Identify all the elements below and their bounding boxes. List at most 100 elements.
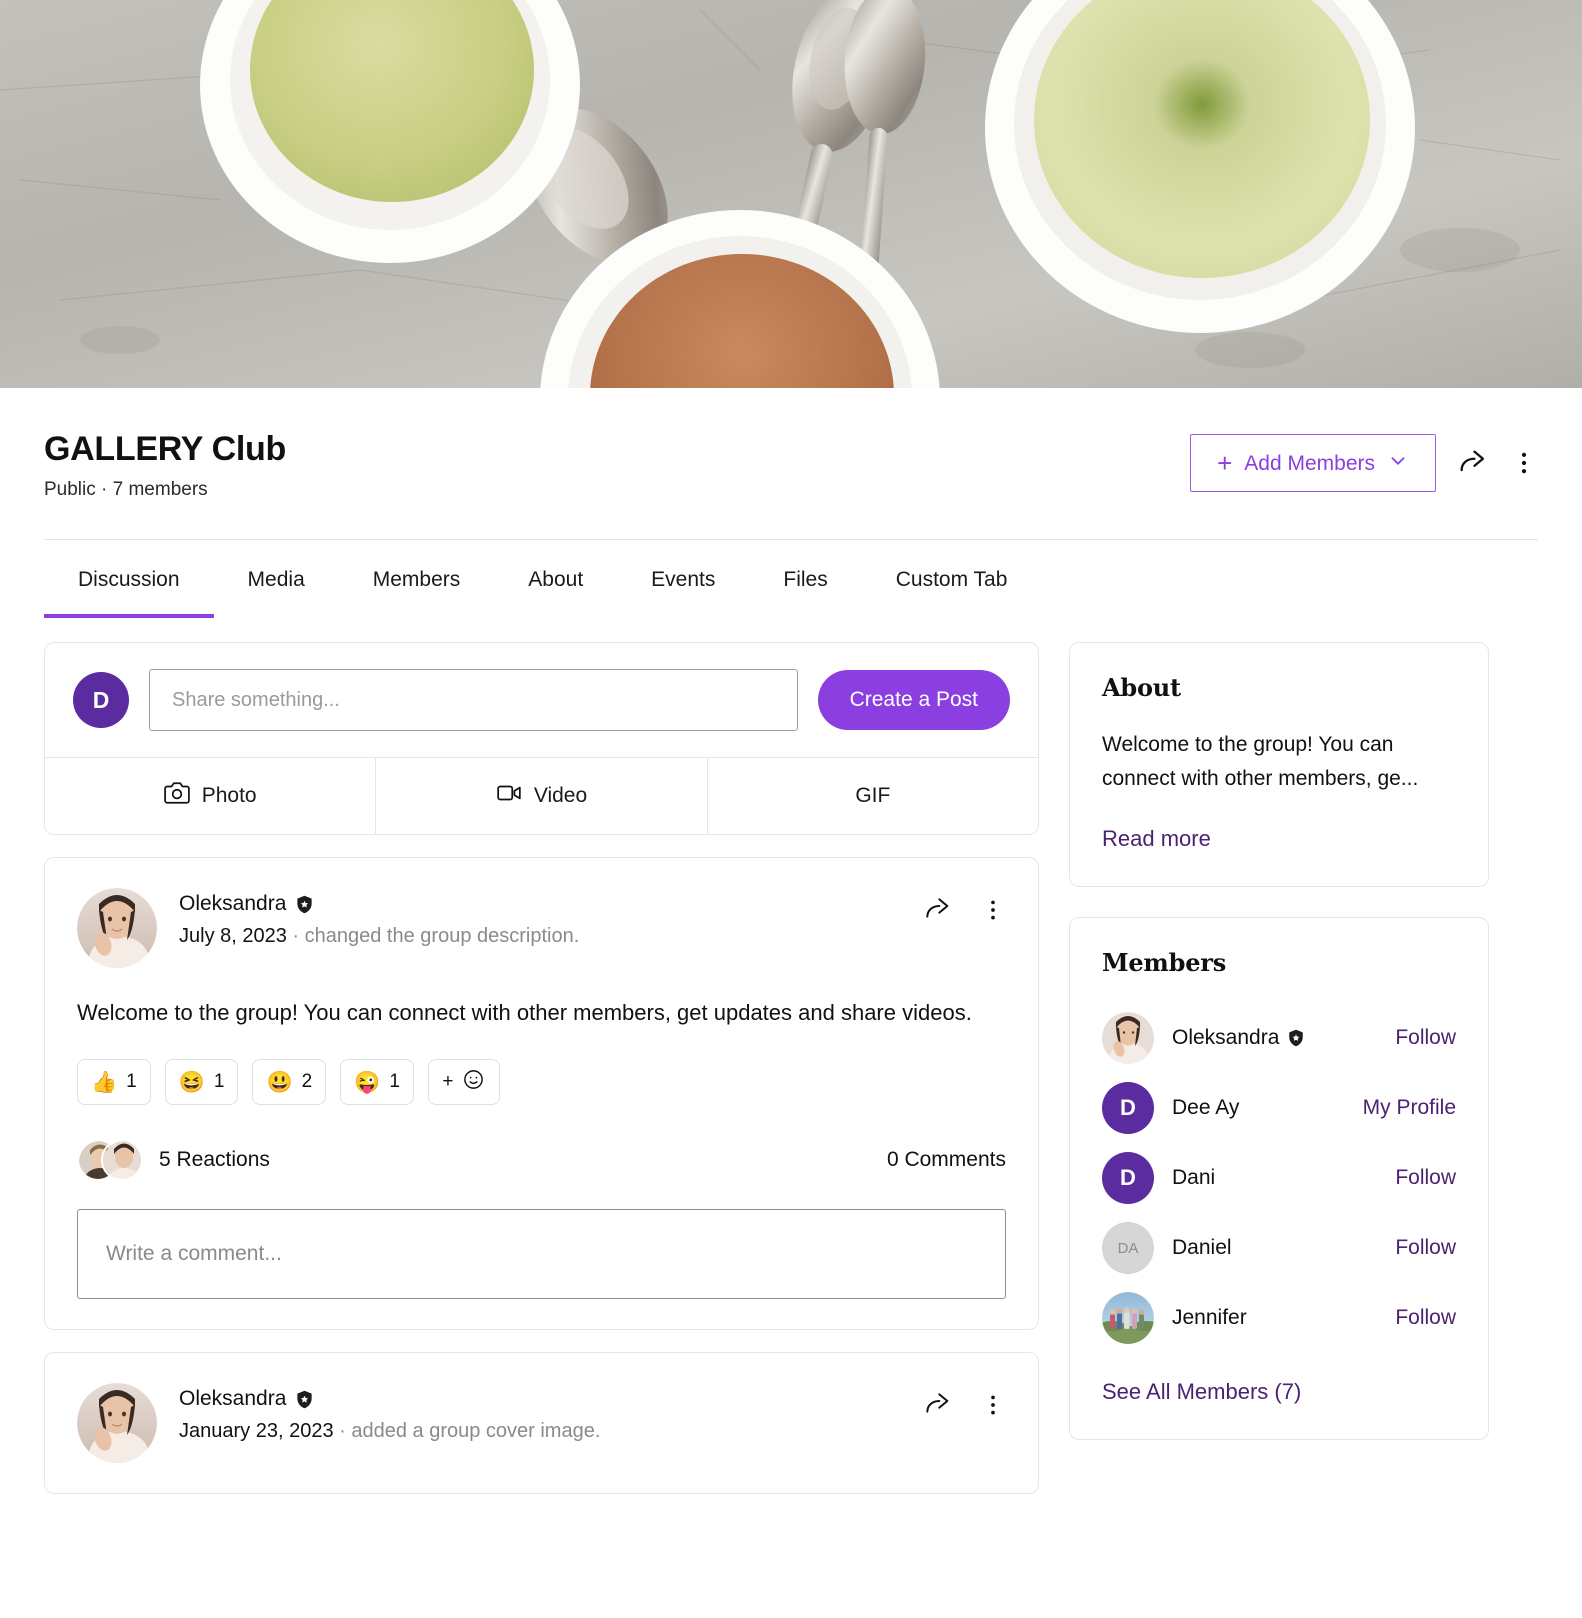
follow-button[interactable]: Follow xyxy=(1395,1026,1456,1050)
more-options-icon[interactable] xyxy=(1510,449,1538,477)
tab-about[interactable]: About xyxy=(494,540,617,618)
add-video-button[interactable]: Video xyxy=(375,758,706,834)
post-author-name[interactable]: Oleksandra xyxy=(179,1387,286,1411)
post-action-text: · changed the group description. xyxy=(292,925,580,947)
avatar[interactable]: DA xyxy=(1102,1222,1154,1275)
avatar[interactable]: D xyxy=(1102,1082,1154,1135)
add-reaction-button[interactable]: + xyxy=(427,1059,500,1105)
add-gif-button[interactable]: GIF xyxy=(706,758,1038,834)
post-header-actions xyxy=(922,1383,1006,1421)
avatar-initial: D xyxy=(1120,1165,1136,1191)
reaction-count: 1 xyxy=(389,1071,400,1092)
list-item[interactable]: Jennifer Follow xyxy=(1102,1283,1456,1353)
avatar-initial: D xyxy=(92,686,110,713)
add-video-label: Video xyxy=(533,784,588,807)
camera-icon xyxy=(163,780,190,812)
post-body: Welcome to the group! You can connect wi… xyxy=(77,1000,972,1025)
my-profile-link[interactable]: My Profile xyxy=(1363,1096,1456,1120)
avatar[interactable] xyxy=(1102,1012,1154,1065)
member-name-text: Dani xyxy=(1172,1166,1216,1190)
group-meta: Public · 7 members xyxy=(44,479,208,500)
list-item[interactable]: DA Daniel Follow xyxy=(1102,1213,1456,1283)
avatar-photo-woman xyxy=(103,1141,141,1179)
plus-icon: + xyxy=(1217,448,1233,478)
member-name-text: Jennifer xyxy=(1172,1306,1247,1330)
write-comment-input[interactable] xyxy=(77,1209,1006,1299)
post-date: January 23, 2023 xyxy=(179,1420,334,1442)
tab-custom[interactable]: Custom Tab xyxy=(862,540,1042,618)
member-name-text: Dee Ay xyxy=(1172,1096,1240,1120)
post-author: Oleksandra xyxy=(179,1387,900,1411)
laughing-reaction[interactable]: 😆 1 xyxy=(164,1059,239,1105)
page-title: GALLERY Club xyxy=(44,430,286,468)
member-name: Oleksandra xyxy=(1172,1026,1377,1050)
group-cover-photo xyxy=(0,0,1582,388)
reaction-count: 2 xyxy=(301,1071,313,1092)
post-meta: July 8, 2023 · changed the group descrip… xyxy=(179,925,900,948)
avatar[interactable] xyxy=(77,1383,157,1463)
create-post-button[interactable]: Create a Post xyxy=(817,670,1010,730)
tab-list: Discussion Media Members About Events Fi… xyxy=(44,540,1538,618)
add-photo-button[interactable]: Photo xyxy=(45,758,375,834)
member-name: Jennifer xyxy=(1172,1306,1377,1330)
winking-tongue-icon: 😜 xyxy=(354,1070,381,1094)
add-gif-label: GIF xyxy=(855,784,891,807)
header-actions: + Add Members xyxy=(1190,430,1538,492)
about-card-text: Welcome to the group! You can connect wi… xyxy=(1102,733,1419,791)
avatar[interactable] xyxy=(77,888,157,968)
group-content: D Create a Post Photo xyxy=(0,618,1582,1534)
follow-button[interactable]: Follow xyxy=(1395,1306,1456,1330)
more-options-icon[interactable] xyxy=(980,1392,1006,1418)
post-card: Oleksandra January 23, 2023 · added a gr… xyxy=(44,1352,1039,1494)
post-header: Oleksandra January 23, 2023 · added a gr… xyxy=(77,1383,1006,1463)
tab-media[interactable]: Media xyxy=(214,540,339,618)
post-author: Oleksandra xyxy=(179,892,900,916)
post-header-text: Oleksandra July 8, 2023 · changed the gr… xyxy=(179,888,900,948)
read-more-link[interactable]: Read more xyxy=(1102,826,1211,852)
share-icon[interactable] xyxy=(922,894,954,926)
tab-members[interactable]: Members xyxy=(339,540,495,618)
grinning-reaction[interactable]: 😃 2 xyxy=(252,1059,327,1105)
more-options-icon[interactable] xyxy=(980,897,1006,923)
thumbs-up-reaction[interactable]: 👍 1 xyxy=(77,1059,151,1105)
list-item[interactable]: D Dani Follow xyxy=(1102,1143,1456,1213)
members-card: Members Oleksandra Follow D Dee Ay My Pr… xyxy=(1069,917,1489,1441)
follow-button[interactable]: Follow xyxy=(1395,1166,1456,1190)
chevron-down-icon xyxy=(1387,450,1409,476)
composer-top-row: D Create a Post xyxy=(45,643,1038,757)
avatar-photo-group xyxy=(1102,1292,1154,1345)
share-icon[interactable] xyxy=(922,1389,954,1421)
list-item[interactable]: Oleksandra Follow xyxy=(1102,1003,1456,1073)
see-all-members-wrap: See All Members (7) xyxy=(1102,1379,1456,1405)
about-card-title: About xyxy=(1102,673,1181,702)
post-author-name[interactable]: Oleksandra xyxy=(179,892,286,916)
avatar xyxy=(101,1139,143,1181)
member-name: Daniel xyxy=(1172,1236,1377,1260)
tab-discussion[interactable]: Discussion xyxy=(44,540,214,618)
post-header-text: Oleksandra January 23, 2023 · added a gr… xyxy=(179,1383,900,1443)
laughing-icon: 😆 xyxy=(178,1070,205,1094)
tab-events[interactable]: Events xyxy=(617,540,749,618)
avatar[interactable] xyxy=(1102,1292,1154,1345)
share-something-input[interactable] xyxy=(149,669,798,731)
see-all-members-link[interactable]: See All Members (7) xyxy=(1102,1379,1301,1405)
list-item[interactable]: D Dee Ay My Profile xyxy=(1102,1073,1456,1143)
winking-tongue-reaction[interactable]: 😜 1 xyxy=(340,1059,414,1105)
video-camera-icon xyxy=(496,780,522,812)
composer-attachment-actions: Photo Video GIF xyxy=(45,757,1038,834)
add-members-label: Add Members xyxy=(1244,451,1375,475)
reaction-count: 1 xyxy=(213,1071,225,1092)
add-members-button[interactable]: + Add Members xyxy=(1190,434,1436,492)
members-card-title: Members xyxy=(1102,948,1227,978)
about-card: About Welcome to the group! You can conn… xyxy=(1069,642,1489,888)
follow-button[interactable]: Follow xyxy=(1395,1236,1456,1260)
reactions-count-label[interactable]: 5 Reactions xyxy=(159,1148,270,1172)
share-icon[interactable] xyxy=(1456,446,1490,480)
grinning-icon: 😃 xyxy=(266,1070,293,1094)
comments-count-label[interactable]: 0 Comments xyxy=(887,1148,1006,1172)
avatar[interactable]: D xyxy=(1102,1152,1154,1205)
tab-files[interactable]: Files xyxy=(749,540,861,618)
member-name-text: Daniel xyxy=(1172,1236,1232,1260)
smiley-face-icon xyxy=(462,1068,485,1097)
member-name: Dani xyxy=(1172,1166,1377,1190)
